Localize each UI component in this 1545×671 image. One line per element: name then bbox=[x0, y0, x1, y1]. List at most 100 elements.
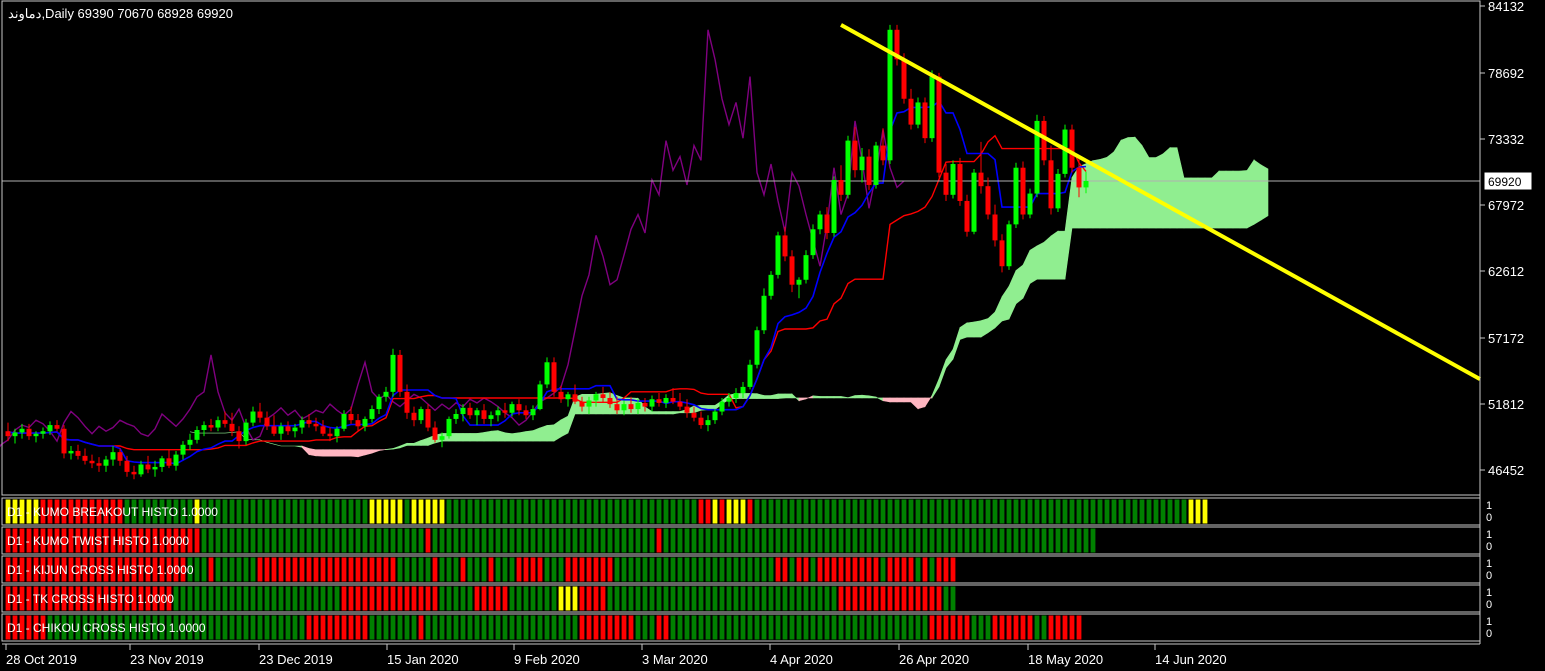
candle-body bbox=[866, 156, 872, 185]
histogram-bar bbox=[768, 528, 774, 553]
histogram-bar bbox=[754, 528, 760, 553]
histogram-bar bbox=[810, 499, 816, 524]
candle-body bbox=[600, 394, 606, 398]
cloud-segment bbox=[1113, 139, 1122, 229]
histogram-bar bbox=[894, 557, 900, 582]
histogram-bar bbox=[838, 615, 844, 640]
histogram-bar bbox=[397, 557, 403, 582]
histogram-bar bbox=[1160, 499, 1166, 524]
histogram-bar bbox=[537, 528, 543, 553]
histogram-bar bbox=[908, 615, 914, 640]
candle-body bbox=[285, 426, 291, 432]
histogram-bar bbox=[789, 557, 795, 582]
candle-body bbox=[264, 417, 270, 427]
candle bbox=[775, 231, 781, 279]
histogram-bar bbox=[1083, 528, 1089, 553]
histogram-bar bbox=[397, 528, 403, 553]
cloud-segment bbox=[784, 393, 793, 399]
histogram-bar bbox=[649, 586, 655, 611]
histogram-bar bbox=[341, 528, 347, 553]
histogram-bar bbox=[481, 557, 487, 582]
histogram-bar bbox=[586, 586, 592, 611]
histogram-bar bbox=[481, 586, 487, 611]
histogram-bar bbox=[460, 557, 466, 582]
cloud-segment bbox=[1260, 164, 1269, 221]
cloud-segment bbox=[525, 430, 534, 442]
histogram-bar bbox=[474, 615, 480, 640]
candle bbox=[831, 176, 837, 237]
candle-body bbox=[369, 409, 375, 419]
cloud-segment bbox=[1148, 157, 1157, 229]
histogram-bar bbox=[418, 528, 424, 553]
candle-body bbox=[481, 410, 487, 419]
histogram-bar bbox=[768, 586, 774, 611]
candle-body bbox=[1006, 224, 1012, 267]
histogram-bar bbox=[1202, 499, 1208, 524]
candle bbox=[1069, 124, 1075, 173]
histogram-bar bbox=[264, 499, 270, 524]
histogram-bar bbox=[460, 586, 466, 611]
cloud-segment bbox=[1197, 177, 1206, 229]
histogram-bar bbox=[257, 557, 263, 582]
histogram-bar bbox=[817, 615, 823, 640]
candle-body bbox=[33, 433, 39, 437]
histogram-scale-min: 0 bbox=[1486, 628, 1492, 640]
histogram-bar bbox=[194, 586, 200, 611]
cloud-segment bbox=[1050, 230, 1059, 280]
histogram-bar bbox=[173, 586, 179, 611]
histogram-bar bbox=[1090, 499, 1096, 524]
histogram-bar bbox=[936, 557, 942, 582]
histogram-bar bbox=[327, 528, 333, 553]
candle-body bbox=[243, 422, 249, 442]
histogram-bar bbox=[999, 528, 1005, 553]
histogram-bar bbox=[691, 586, 697, 611]
histogram-bar bbox=[390, 557, 396, 582]
histogram-bar bbox=[250, 586, 256, 611]
histogram-bar bbox=[628, 499, 634, 524]
histogram-bar bbox=[789, 499, 795, 524]
histogram-bar bbox=[796, 615, 802, 640]
histogram-bar bbox=[901, 586, 907, 611]
histogram-bar bbox=[411, 499, 417, 524]
histogram-bar bbox=[1013, 615, 1019, 640]
histogram-bar bbox=[782, 557, 788, 582]
histogram-bar bbox=[670, 615, 676, 640]
x-tick-label: 9 Feb 2020 bbox=[514, 652, 580, 667]
histogram-bar bbox=[656, 557, 662, 582]
cloud-segment bbox=[560, 415, 569, 438]
histogram-bar bbox=[383, 586, 389, 611]
histogram-bar bbox=[502, 586, 508, 611]
histogram-bar bbox=[782, 586, 788, 611]
cloud-segment bbox=[1134, 136, 1143, 229]
histogram-bar bbox=[1069, 499, 1075, 524]
candle-body bbox=[40, 431, 46, 434]
candle-body bbox=[796, 279, 802, 285]
cloud-segment bbox=[896, 397, 905, 403]
histogram-bar bbox=[726, 528, 732, 553]
histogram-bar bbox=[684, 586, 690, 611]
histogram-bar bbox=[880, 615, 886, 640]
histogram-bar bbox=[397, 615, 403, 640]
histogram-bar bbox=[971, 615, 977, 640]
histogram-bar bbox=[908, 528, 914, 553]
histogram-bar bbox=[649, 499, 655, 524]
cloud-segment bbox=[854, 394, 863, 399]
candle bbox=[1013, 162, 1019, 229]
histogram-bar bbox=[432, 499, 438, 524]
histogram-bar bbox=[425, 528, 431, 553]
candle-body bbox=[187, 439, 193, 445]
histogram-bar bbox=[852, 499, 858, 524]
candle bbox=[1055, 168, 1061, 213]
histogram-bar bbox=[845, 615, 851, 640]
histogram-bar bbox=[922, 528, 928, 553]
histogram-bar bbox=[950, 528, 956, 553]
histogram-bar bbox=[551, 528, 557, 553]
histogram-bar bbox=[194, 557, 200, 582]
histogram-bar bbox=[642, 586, 648, 611]
cloud-segment bbox=[812, 395, 821, 399]
histogram-bar bbox=[376, 586, 382, 611]
histogram-bar bbox=[271, 499, 277, 524]
histogram-bar bbox=[698, 586, 704, 611]
histogram-bar bbox=[796, 528, 802, 553]
histogram-bar bbox=[789, 528, 795, 553]
